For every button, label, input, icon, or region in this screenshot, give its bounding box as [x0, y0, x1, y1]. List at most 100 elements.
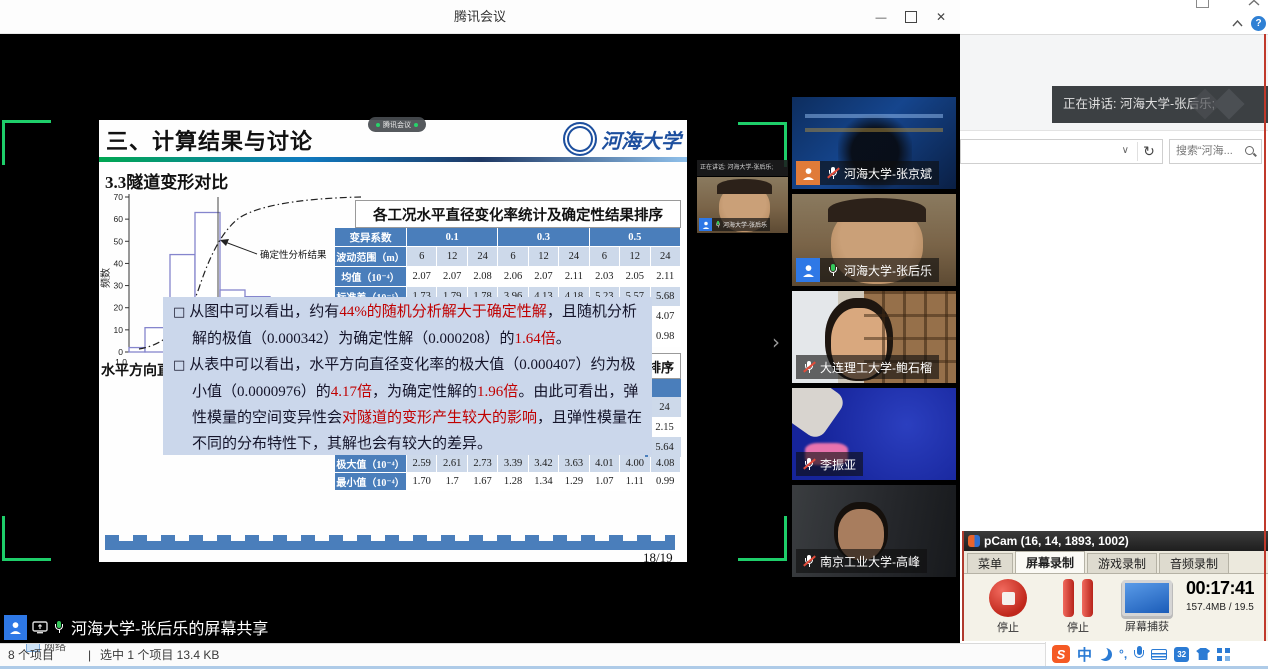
refresh-icon[interactable]: ↻ [1139, 142, 1159, 162]
value-cell: 4.08 [651, 455, 681, 473]
person-icon [9, 621, 22, 634]
participant-panel: 河海大学-张京斌河海大学-张后乐大连理工大学-鲍石榴李振亚南京工业大学-高峰 [792, 97, 956, 582]
recording-timer: 00:17:41 [1186, 578, 1268, 599]
pcam-titlebar[interactable]: pCam (16, 14, 1893, 1002) [964, 531, 1268, 551]
status-selection-info: 选中 1 个项目 13.4 KB [100, 644, 219, 667]
search-icon [1245, 146, 1256, 157]
pcam-title-text: pCam (16, 14, 1893, 1002) [984, 534, 1129, 548]
collapse-panel-chevron[interactable]: › [764, 330, 788, 354]
chinese-mode-icon[interactable]: 中 [1077, 644, 1092, 665]
value-cell: 3.39 [498, 455, 528, 473]
microphone-muted-icon [803, 360, 815, 375]
person-icon [802, 264, 815, 277]
status-separator: | [88, 644, 91, 667]
participant-tag: 河海大学-张后乐 [820, 258, 939, 282]
toolbox-icon[interactable] [1217, 648, 1230, 661]
table1-title: 各工况水平直径变化率统计及确定性结果排序 [355, 200, 681, 228]
value-cell: 2.05 [620, 267, 650, 287]
participant-tag: 李振亚 [796, 452, 863, 476]
chevron-down-icon[interactable]: ∨ [1122, 145, 1129, 156]
pcam-tab-item[interactable]: 菜单 [967, 553, 1013, 573]
bit32-icon[interactable]: 32 [1174, 647, 1189, 662]
svg-text:40: 40 [114, 258, 124, 268]
chevron-up-icon-partial[interactable] [1248, 0, 1260, 6]
soft-keyboard-icon[interactable] [1151, 649, 1167, 660]
svg-text:频数: 频数 [99, 268, 112, 288]
recording-dot-icon [376, 123, 380, 127]
value-cell: 5.68 [651, 287, 681, 307]
row-label-cell: 波动范围（m） [335, 247, 407, 267]
pcam-app-icon [968, 535, 980, 547]
microphone-on-icon [715, 220, 722, 228]
maximize-button[interactable] [896, 0, 926, 33]
participant-tile[interactable]: 大连理工大学-鲍石榴 [792, 291, 956, 383]
value-cell: 1.34 [529, 473, 559, 491]
slide-bottom-band [105, 535, 675, 550]
participant-tag: 南京工业大学-高峰 [796, 549, 927, 573]
address-bar[interactable]: ∨ ↻ [960, 139, 1163, 164]
participant-tile[interactable]: 南京工业大学-高峰 [792, 485, 956, 577]
value-cell: 24 [559, 247, 589, 267]
data-table-2: 极大值（10⁻⁴）2.592.612.733.393.423.634.014.0… [335, 455, 681, 491]
participant-tile[interactable]: 河海大学-张京斌 [792, 97, 956, 189]
screen-capture-button[interactable]: 屏幕捕获 [1114, 580, 1180, 634]
value-cell: 1.28 [498, 473, 528, 491]
slide-title-underline [99, 157, 687, 162]
restore-icon-partial[interactable] [1196, 0, 1209, 8]
participant-name: 河海大学-张后乐 [844, 262, 932, 279]
svg-text:10: 10 [114, 325, 124, 335]
maximize-icon [905, 11, 917, 23]
value-cell: 2.73 [468, 455, 498, 473]
value-cell: 2.06 [498, 267, 528, 287]
pcam-tab-active[interactable]: 屏幕录制 [1015, 551, 1085, 573]
row-label-cell: 极大值（10⁻⁴） [335, 455, 407, 473]
value-cell: 2.03 [590, 267, 620, 287]
participant-name: 河海大学-张京斌 [844, 165, 932, 182]
meeting-window-controls [866, 0, 956, 33]
value-cell: 12 [529, 247, 559, 267]
voice-input-icon[interactable] [1134, 646, 1144, 662]
value-cell: 4.01 [590, 455, 620, 473]
sogou-logo-icon[interactable]: S [1052, 645, 1070, 663]
punctuation-icon[interactable]: °, [1119, 647, 1127, 661]
screen-share-icon [32, 621, 48, 634]
value-cell: 0.98 [651, 327, 681, 347]
participant-tile[interactable]: 李振亚 [792, 388, 956, 480]
value-cell: 1.11 [620, 473, 650, 491]
screen: 腾讯会议 三、计算结果与讨论 河海大学 3.3隧道变形对比 0102030405… [0, 0, 1268, 669]
value-cell: 2.08 [468, 267, 498, 287]
value-cell: 2.07 [529, 267, 559, 287]
svg-text:50: 50 [114, 236, 124, 246]
pause-recording-button[interactable]: 停止 [1050, 579, 1106, 635]
shared-slide: 三、计算结果与讨论 河海大学 3.3隧道变形对比 010203040506070… [99, 120, 687, 562]
value-cell: 3.63 [559, 455, 589, 473]
ribbon-collapse-chevron-icon[interactable] [1232, 20, 1243, 27]
value-cell: 1.67 [468, 473, 498, 491]
moon-mode-icon[interactable] [1099, 648, 1112, 661]
value-cell: 2.61 [437, 455, 467, 473]
header-group-cell: 0.1 [407, 228, 498, 247]
microphone-on-icon [827, 263, 839, 278]
stop-recording-button[interactable]: 停止 [980, 579, 1036, 635]
person-icon [702, 221, 710, 229]
microphone-muted-icon [803, 554, 815, 569]
pcam-tab-item[interactable]: 游戏录制 [1087, 553, 1157, 573]
value-cell: 0.99 [651, 473, 681, 491]
share-region-corner-bottomright [738, 516, 787, 561]
status-item-count: 8 个项目 [8, 644, 54, 667]
help-button[interactable]: ? [1251, 16, 1266, 31]
close-button[interactable] [926, 0, 956, 33]
skin-icon[interactable] [1196, 648, 1210, 660]
meeting-stage: 三、计算结果与讨论 河海大学 3.3隧道变形对比 010203040506070… [0, 34, 960, 643]
participant-tile[interactable]: 河海大学-张后乐 [792, 194, 956, 286]
table-row: 最小值（10⁻⁴）1.701.71.671.281.341.291.071.11… [335, 473, 681, 491]
search-input[interactable]: 搜索“河海... [1169, 139, 1262, 164]
sogou-input-toolbar: S中 °, 32 [1045, 642, 1268, 666]
avatar [4, 615, 27, 640]
participant-label: 大连理工大学-鲍石榴 [796, 355, 939, 379]
value-cell: 2.59 [407, 455, 437, 473]
value-cell: 12 [620, 247, 650, 267]
minimize-button[interactable] [866, 0, 896, 33]
pause-icon [1063, 579, 1093, 617]
pcam-tab-item[interactable]: 音频录制 [1159, 553, 1229, 573]
